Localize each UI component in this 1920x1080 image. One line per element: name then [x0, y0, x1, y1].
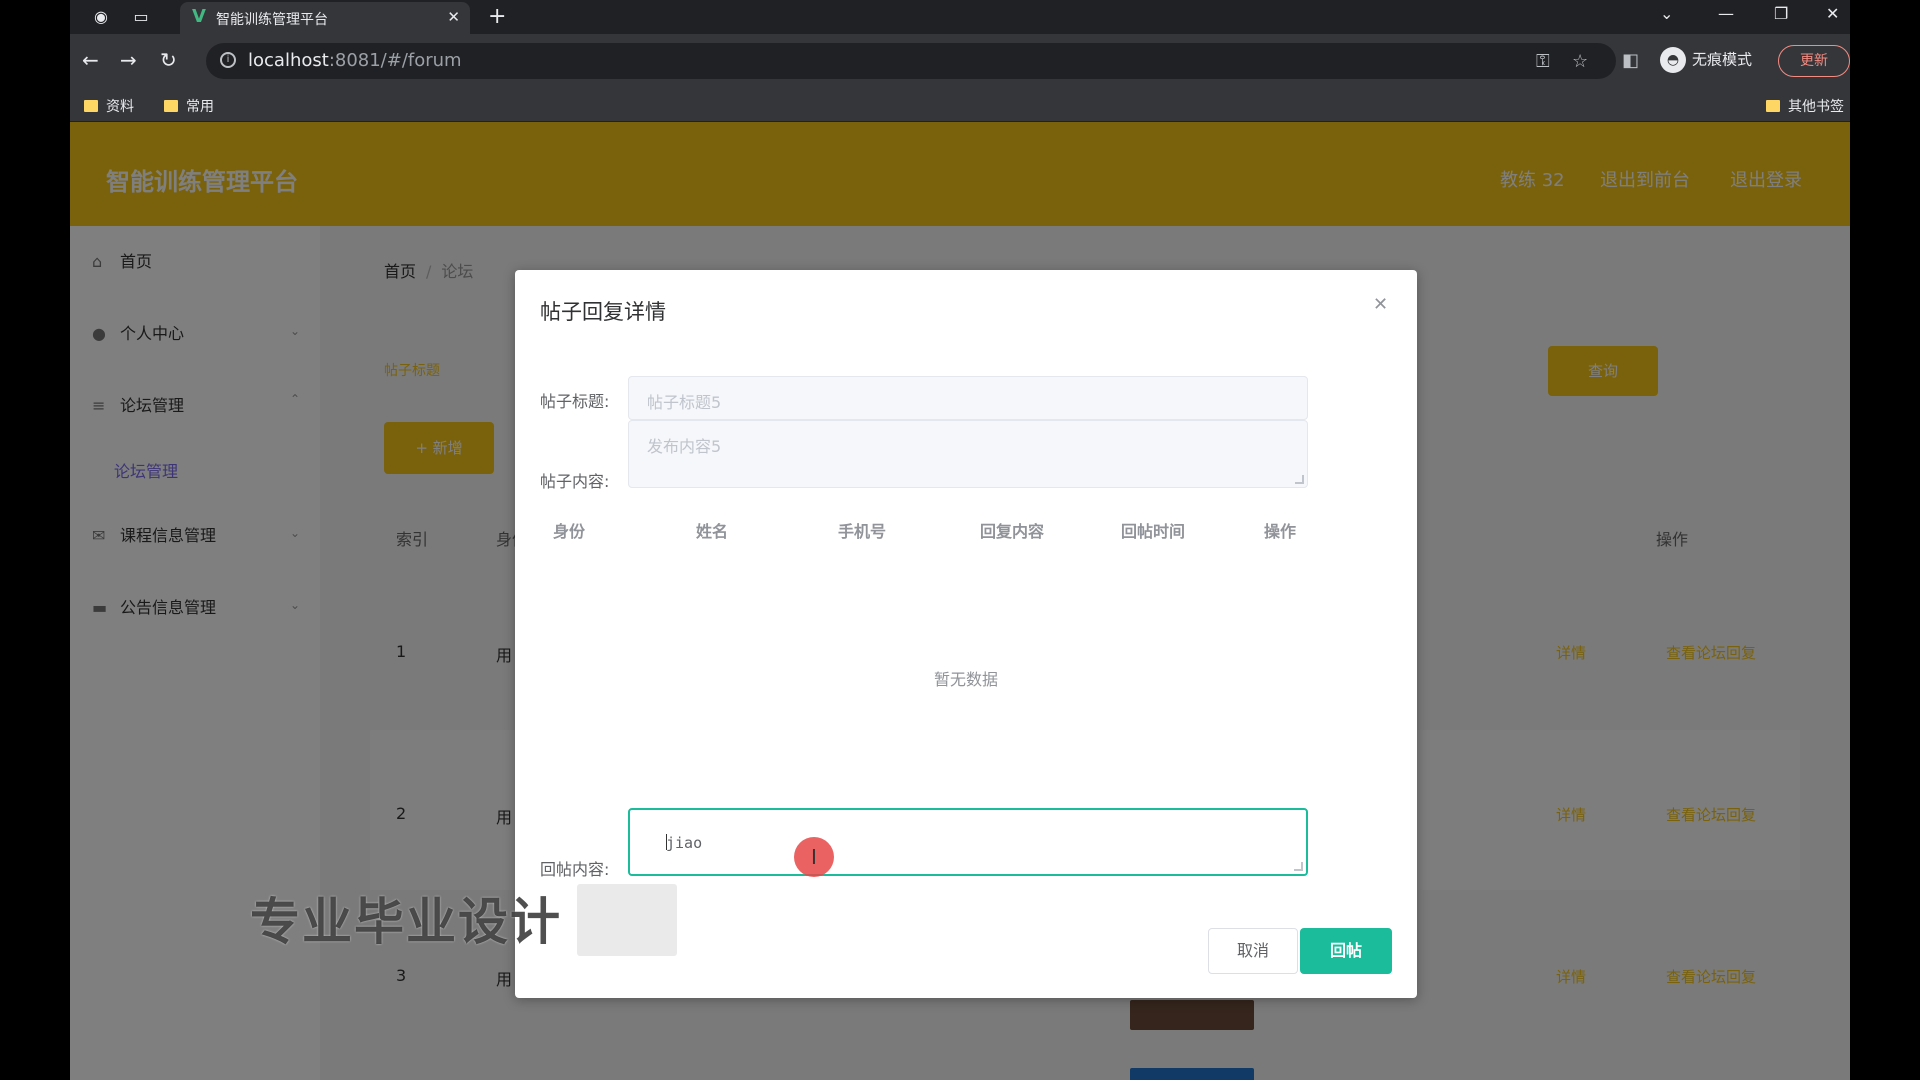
browser-tab-bar: ◉ ▭ V 智能训练管理平台 ✕ + ⌄ — ❐ ✕	[70, 0, 1850, 34]
restore-icon[interactable]: ❐	[1774, 4, 1788, 23]
folder-icon	[84, 100, 98, 112]
bookmark-folder-1[interactable]: 资料	[84, 96, 134, 116]
back-icon[interactable]: ←	[82, 48, 99, 72]
bookmark-label: 资料	[106, 99, 134, 115]
browser-address-bar: ← → ↻ i localhost:8081/#/forum ⚿ ☆ ◧ ◓ 无痕…	[70, 34, 1850, 88]
reply-text-value: jiao	[666, 834, 703, 852]
dialog-title: 帖子回复详情	[540, 300, 666, 324]
watermark-text: 专业毕业设计	[250, 893, 562, 951]
url-host: localhost	[248, 50, 329, 71]
browser-tab[interactable]: V 智能训练管理平台 ✕	[180, 2, 470, 34]
update-button[interactable]: 更新	[1778, 45, 1850, 77]
site-info-icon[interactable]: i	[220, 52, 236, 68]
reply-column-phone: 手机号	[838, 522, 887, 541]
reload-icon[interactable]: ↻	[160, 48, 177, 72]
watermark-blur	[577, 884, 677, 956]
browser-menu-icon[interactable]: ◉	[90, 6, 112, 28]
tab-list-icon[interactable]: ⌄	[1660, 4, 1673, 23]
bookmark-folder-2[interactable]: 常用	[164, 96, 214, 116]
post-content-label: 帖子内容:	[540, 472, 610, 491]
cancel-button[interactable]: 取消	[1208, 928, 1298, 974]
url-text: localhost:8081/#/forum	[248, 50, 462, 71]
new-tab-icon[interactable]: +	[488, 4, 506, 29]
vue-favicon-icon: V	[192, 6, 206, 27]
post-title-value: 帖子标题5	[647, 393, 722, 412]
tab-close-icon[interactable]: ✕	[447, 8, 460, 26]
minimize-icon[interactable]: —	[1718, 4, 1734, 23]
tab-search-icon[interactable]: ▭	[130, 6, 152, 28]
other-bookmarks[interactable]: 其他书签	[1766, 96, 1844, 116]
folder-icon	[164, 100, 178, 112]
tab-title: 智能训练管理平台	[216, 12, 328, 28]
reply-content-label: 回帖内容:	[540, 860, 610, 879]
post-content-field: 发布内容5	[628, 420, 1308, 488]
bookmarks-bar: 资料 常用 其他书签	[70, 88, 1850, 122]
resize-handle-icon	[1295, 475, 1304, 484]
post-title-field: 帖子标题5	[628, 376, 1308, 420]
incognito-profile[interactable]: ◓ 无痕模式	[1660, 47, 1752, 75]
submit-reply-button[interactable]: 回帖	[1300, 928, 1392, 974]
profile-label: 无痕模式	[1692, 50, 1753, 69]
resize-handle-icon	[1294, 862, 1303, 871]
reply-content-textarea[interactable]: jiao	[628, 808, 1308, 876]
url-input[interactable]: i localhost:8081/#/forum ⚿ ☆	[206, 43, 1616, 79]
forward-icon[interactable]: →	[120, 48, 137, 72]
incognito-icon: ◓	[1660, 47, 1686, 73]
post-title-label: 帖子标题:	[540, 392, 610, 411]
key-icon[interactable]: ⚿	[1536, 51, 1550, 72]
other-bookmarks-label: 其他书签	[1788, 99, 1844, 115]
reply-column-time: 回帖时间	[1121, 522, 1186, 541]
text-cursor-icon: I	[794, 837, 834, 877]
window-close-icon[interactable]: ✕	[1826, 4, 1839, 23]
folder-icon	[1766, 100, 1780, 112]
url-path: :8081/#/forum	[328, 50, 462, 71]
reply-column-identity: 身份	[553, 522, 586, 541]
screen: ◉ ▭ V 智能训练管理平台 ✕ + ⌄ — ❐ ✕ ← → ↻ i local…	[0, 0, 1920, 1080]
reply-column-content: 回复内容	[980, 522, 1045, 541]
reply-column-actions: 操作	[1264, 522, 1297, 541]
text-caret	[666, 834, 667, 850]
bookmark-star-icon[interactable]: ☆	[1572, 51, 1588, 72]
side-panel-icon[interactable]: ◧	[1622, 50, 1639, 71]
empty-state-text: 暂无数据	[933, 670, 998, 689]
close-icon[interactable]: ✕	[1373, 294, 1388, 315]
post-content-value: 发布内容5	[647, 437, 722, 456]
bookmark-label: 常用	[186, 99, 214, 115]
reply-column-name: 姓名	[696, 522, 729, 541]
